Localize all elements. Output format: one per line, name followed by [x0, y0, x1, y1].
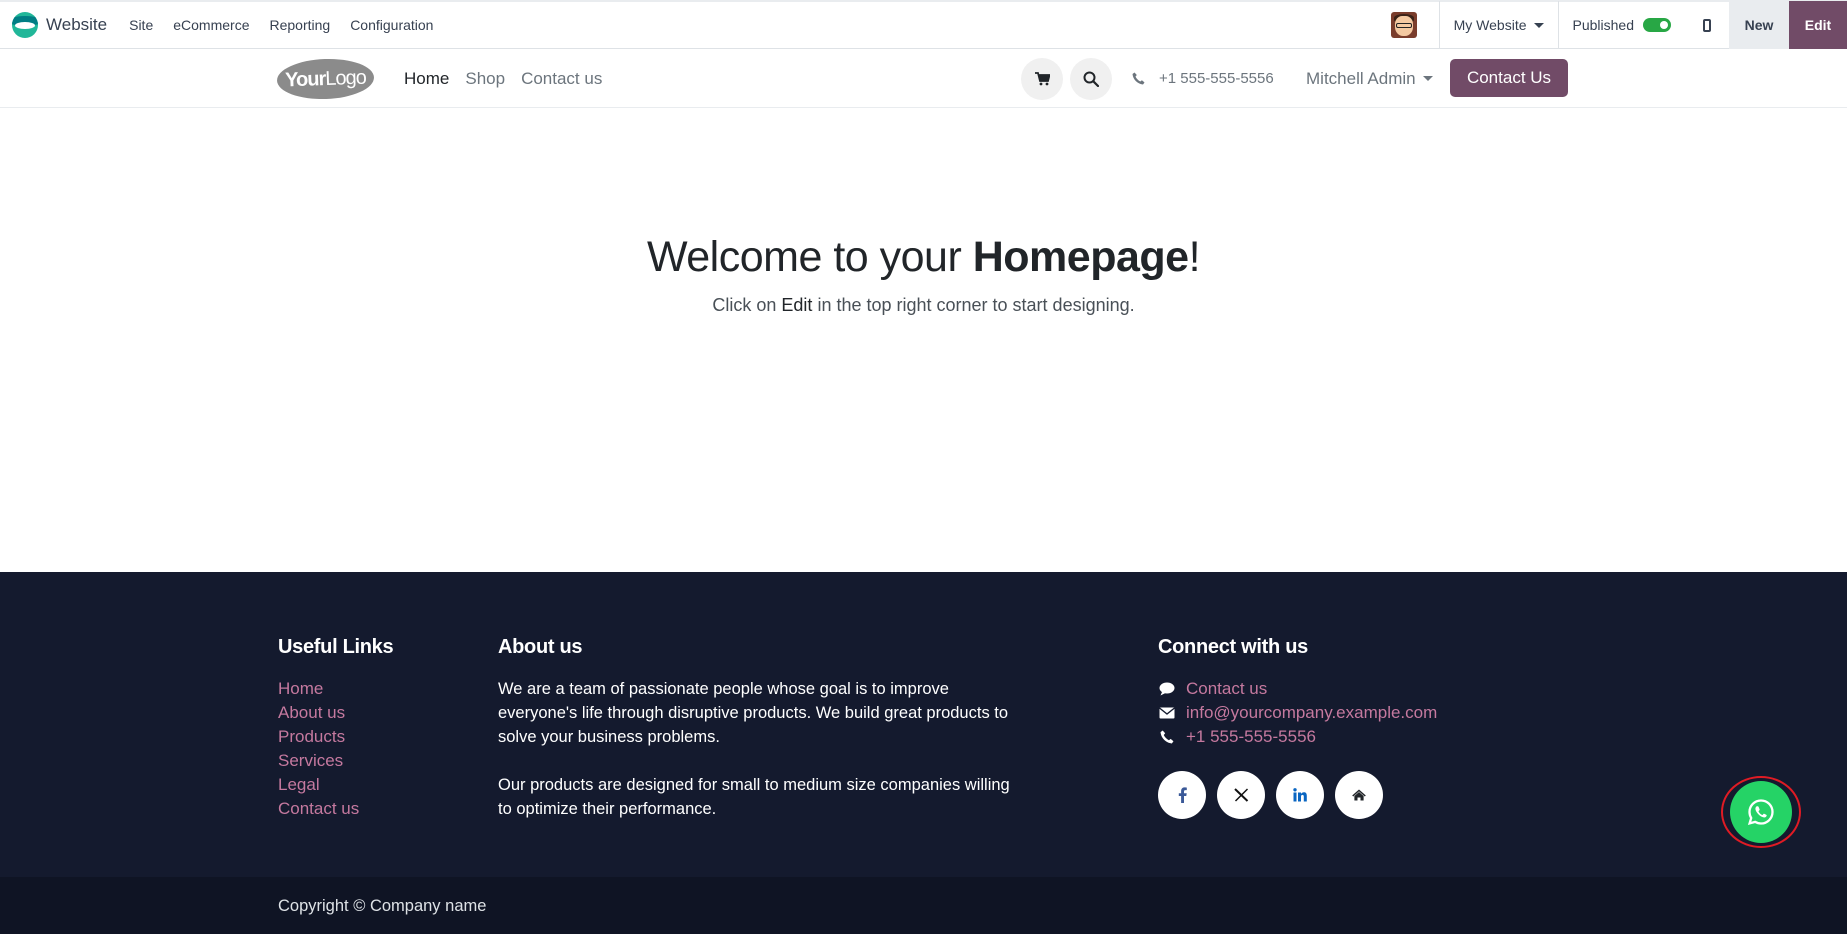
- facebook-button[interactable]: [1158, 771, 1206, 819]
- search-icon: [1083, 71, 1099, 87]
- copyright-bar: Copyright © Company name: [0, 877, 1847, 934]
- connect-column: Connect with us Contact us info@yourcomp…: [1158, 636, 1437, 819]
- mobile-icon: [1703, 18, 1711, 32]
- envelope-icon: [1159, 707, 1175, 719]
- about-us-paragraph: Our products are designed for small to m…: [498, 776, 1010, 818]
- user-name: Mitchell Admin: [1306, 68, 1416, 88]
- new-button[interactable]: New: [1729, 1, 1789, 49]
- user-menu[interactable]: Mitchell Admin: [1306, 49, 1433, 108]
- admin-menu-configuration[interactable]: Configuration: [340, 2, 443, 48]
- cart-icon: [1034, 72, 1050, 86]
- admin-menu-reporting[interactable]: Reporting: [259, 2, 340, 48]
- linkedin-icon: [1293, 788, 1307, 802]
- home-button[interactable]: [1335, 771, 1383, 819]
- app-brand[interactable]: Website: [12, 2, 107, 48]
- site-logo[interactable]: Your Logo: [276, 57, 375, 101]
- footer-link-home[interactable]: Home: [278, 677, 393, 701]
- x-twitter-icon: [1233, 788, 1248, 802]
- website-selector[interactable]: My Website: [1440, 17, 1558, 33]
- whatsapp-button[interactable]: [1730, 781, 1792, 843]
- useful-links-column: Useful Links Home About us Products Serv…: [278, 636, 394, 821]
- site-footer: Useful Links Home About us Products Serv…: [0, 572, 1847, 877]
- social-links: [1158, 771, 1437, 819]
- hero-section: Welcome to your Homepage! Click on Edit …: [0, 109, 1847, 572]
- phone-icon: [1132, 72, 1145, 85]
- footer-link-about-us[interactable]: About us: [278, 701, 393, 725]
- nav-shop[interactable]: Shop: [465, 69, 505, 89]
- footer-email-link[interactable]: info@yourcompany.example.com: [1158, 701, 1437, 725]
- nav-contact-us[interactable]: Contact us: [521, 69, 602, 89]
- nav-home[interactable]: Home: [404, 69, 449, 89]
- x-twitter-button[interactable]: [1217, 771, 1265, 819]
- caret-down-icon: [1422, 76, 1433, 81]
- about-us-heading: About us: [498, 636, 583, 658]
- cart-button[interactable]: [1021, 58, 1063, 100]
- user-avatar[interactable]: [1390, 12, 1417, 38]
- copyright-text: Copyright © Company name: [278, 897, 487, 915]
- about-us-text: We are a team of passionate people whose…: [498, 677, 1018, 821]
- about-us-paragraph: We are a team of passionate people whose…: [498, 680, 1009, 746]
- website-app-icon: [12, 12, 38, 38]
- published-switch: Published: [1559, 17, 1686, 33]
- main-nav: Home Shop Contact us: [404, 49, 618, 108]
- website-selector-label: My Website: [1453, 17, 1527, 33]
- app-name: Website: [46, 15, 108, 34]
- footer-link-services[interactable]: Services: [278, 749, 393, 773]
- footer-phone-link[interactable]: +1 555-555-5556: [1158, 725, 1437, 749]
- connect-heading: Connect with us: [1158, 636, 1308, 658]
- contact-us-cta-button[interactable]: Contact Us: [1450, 59, 1568, 97]
- header-phone-text: +1 555-555-5556: [1159, 70, 1274, 87]
- home-icon: [1352, 789, 1366, 801]
- admin-bar-actions: My Website Published New Edit: [1390, 1, 1847, 49]
- search-button[interactable]: [1070, 58, 1112, 100]
- site-header: Your Logo Home Shop Contact us +1 555-555…: [0, 49, 1847, 108]
- useful-links-heading: Useful Links: [278, 636, 394, 658]
- linkedin-button[interactable]: [1276, 771, 1324, 819]
- facebook-icon: [1178, 787, 1187, 803]
- published-label: Published: [1572, 17, 1635, 33]
- admin-top-bar: Website Site eCommerce Reporting Configu…: [0, 0, 1847, 49]
- hero-title: Welcome to your Homepage!: [646, 233, 1201, 281]
- admin-menu: Site eCommerce Reporting Configuration: [119, 2, 443, 48]
- admin-menu-ecommerce[interactable]: eCommerce: [163, 2, 259, 48]
- admin-menu-site[interactable]: Site: [119, 2, 163, 48]
- footer-contact-link[interactable]: Contact us: [1158, 677, 1437, 701]
- footer-link-contact-us[interactable]: Contact us: [278, 797, 393, 821]
- mobile-preview-button[interactable]: [1685, 18, 1729, 32]
- published-toggle[interactable]: [1643, 18, 1671, 32]
- caret-down-icon: [1533, 22, 1544, 28]
- comment-icon: [1159, 682, 1175, 696]
- footer-link-legal[interactable]: Legal: [278, 773, 393, 797]
- edit-button[interactable]: Edit: [1789, 1, 1847, 49]
- footer-link-products[interactable]: Products: [278, 725, 393, 749]
- hero-subtitle: Click on Edit in the top right corner to…: [712, 295, 1135, 315]
- whatsapp-icon: [1747, 799, 1774, 826]
- about-us-column: About us We are a team of passionate peo…: [498, 636, 1018, 821]
- phone-icon: [1160, 730, 1174, 744]
- header-phone-link[interactable]: +1 555-555-5556: [1132, 49, 1274, 108]
